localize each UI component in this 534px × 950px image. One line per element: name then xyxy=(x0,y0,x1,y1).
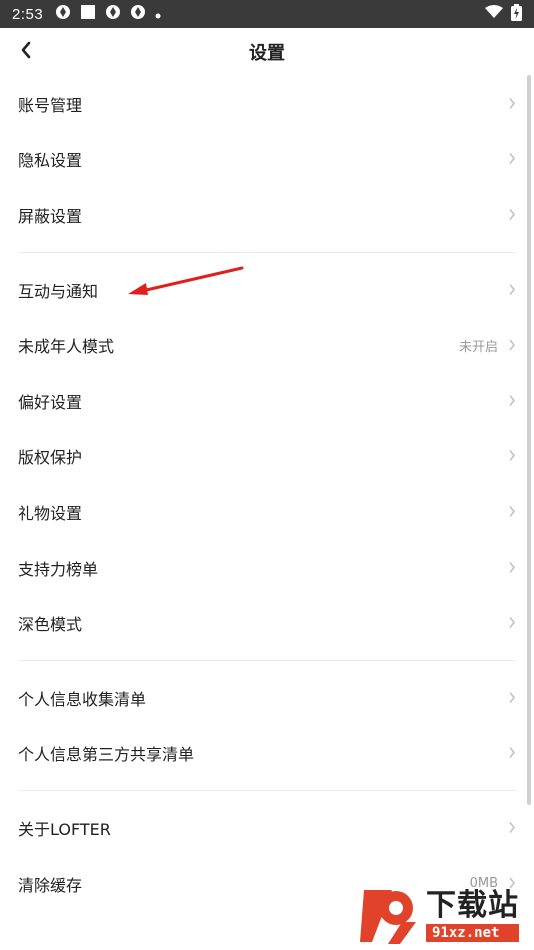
setting-label: 礼物设置 xyxy=(18,503,83,523)
setting-row-minor-mode[interactable]: 未成年人模式 未开启 xyxy=(0,317,534,373)
aperture-icon xyxy=(105,4,121,24)
setting-label: 深色模式 xyxy=(18,615,83,635)
setting-row-third-party-sharing[interactable]: 个人信息第三方共享清单 xyxy=(0,726,534,782)
header: 设置 xyxy=(0,28,534,76)
setting-row-block[interactable]: 屏蔽设置 xyxy=(0,187,534,243)
setting-row-interaction[interactable]: 互动与通知 xyxy=(0,262,534,318)
battery-icon xyxy=(511,3,522,25)
setting-row-copyright[interactable]: 版权保护 xyxy=(0,429,534,485)
setting-value: 未开启 xyxy=(458,339,498,355)
setting-label: 账号管理 xyxy=(18,95,83,115)
chevron-left-icon xyxy=(20,41,32,63)
chevron-right-icon xyxy=(508,818,516,837)
setting-row-privacy[interactable]: 隐私设置 xyxy=(0,132,534,188)
chevron-right-icon xyxy=(508,391,516,410)
square-icon xyxy=(80,4,96,24)
setting-row-account[interactable]: 账号管理 xyxy=(0,76,534,132)
status-bar: 2:53 xyxy=(0,0,534,28)
settings-list: 账号管理 隐私设置 屏蔽设置 互动与通知 未成年人模式 未开启 偏好设置 版权保… xyxy=(0,76,534,911)
setting-label: 支持力榜单 xyxy=(18,559,99,579)
setting-label: 清除缓存 xyxy=(18,875,83,895)
setting-row-info-collection[interactable]: 个人信息收集清单 xyxy=(0,670,534,726)
setting-label: 未成年人模式 xyxy=(18,337,115,357)
chevron-right-icon xyxy=(508,614,516,633)
chevron-right-icon xyxy=(508,336,516,355)
dot-icon xyxy=(155,6,161,23)
divider xyxy=(18,790,516,792)
setting-label: 隐私设置 xyxy=(18,151,83,171)
setting-label: 屏蔽设置 xyxy=(18,206,83,226)
status-time: 2:53 xyxy=(12,5,44,23)
chevron-right-icon xyxy=(508,447,516,466)
chevron-right-icon xyxy=(508,688,516,707)
wifi-icon xyxy=(485,5,503,23)
chevron-right-icon xyxy=(508,94,516,113)
divider xyxy=(18,659,516,661)
chevron-right-icon xyxy=(508,502,516,521)
back-button[interactable] xyxy=(12,38,40,66)
scrollbar[interactable] xyxy=(527,75,531,805)
aperture-icon xyxy=(130,4,146,24)
watermark-domain: 91xz.net xyxy=(426,924,519,942)
setting-label: 版权保护 xyxy=(18,448,83,468)
divider xyxy=(18,251,516,253)
setting-label: 个人信息收集清单 xyxy=(18,689,147,709)
setting-row-preferences[interactable]: 偏好设置 xyxy=(0,373,534,429)
page-title: 设置 xyxy=(249,43,285,64)
chevron-right-icon xyxy=(508,280,516,299)
watermark-title: 下载站 xyxy=(426,888,519,923)
annotation-arrow-icon xyxy=(128,266,244,295)
setting-row-dark-mode[interactable]: 深色模式 xyxy=(0,595,534,651)
aperture-icon xyxy=(55,4,71,24)
chevron-right-icon xyxy=(508,744,516,763)
setting-row-support-ranking[interactable]: 支持力榜单 xyxy=(0,540,534,596)
setting-label: 关于LOFTER xyxy=(18,819,111,839)
chevron-right-icon xyxy=(508,150,516,169)
setting-label: 偏好设置 xyxy=(18,392,83,412)
chevron-right-icon xyxy=(508,205,516,224)
setting-label: 个人信息第三方共享清单 xyxy=(18,745,195,765)
setting-row-gifts[interactable]: 礼物设置 xyxy=(0,484,534,540)
chevron-right-icon xyxy=(508,558,516,577)
watermark: 下载站 91xz.net xyxy=(358,886,528,946)
setting-row-about[interactable]: 关于LOFTER xyxy=(0,800,534,856)
setting-label: 互动与通知 xyxy=(18,281,99,301)
watermark-logo-icon xyxy=(360,890,416,944)
